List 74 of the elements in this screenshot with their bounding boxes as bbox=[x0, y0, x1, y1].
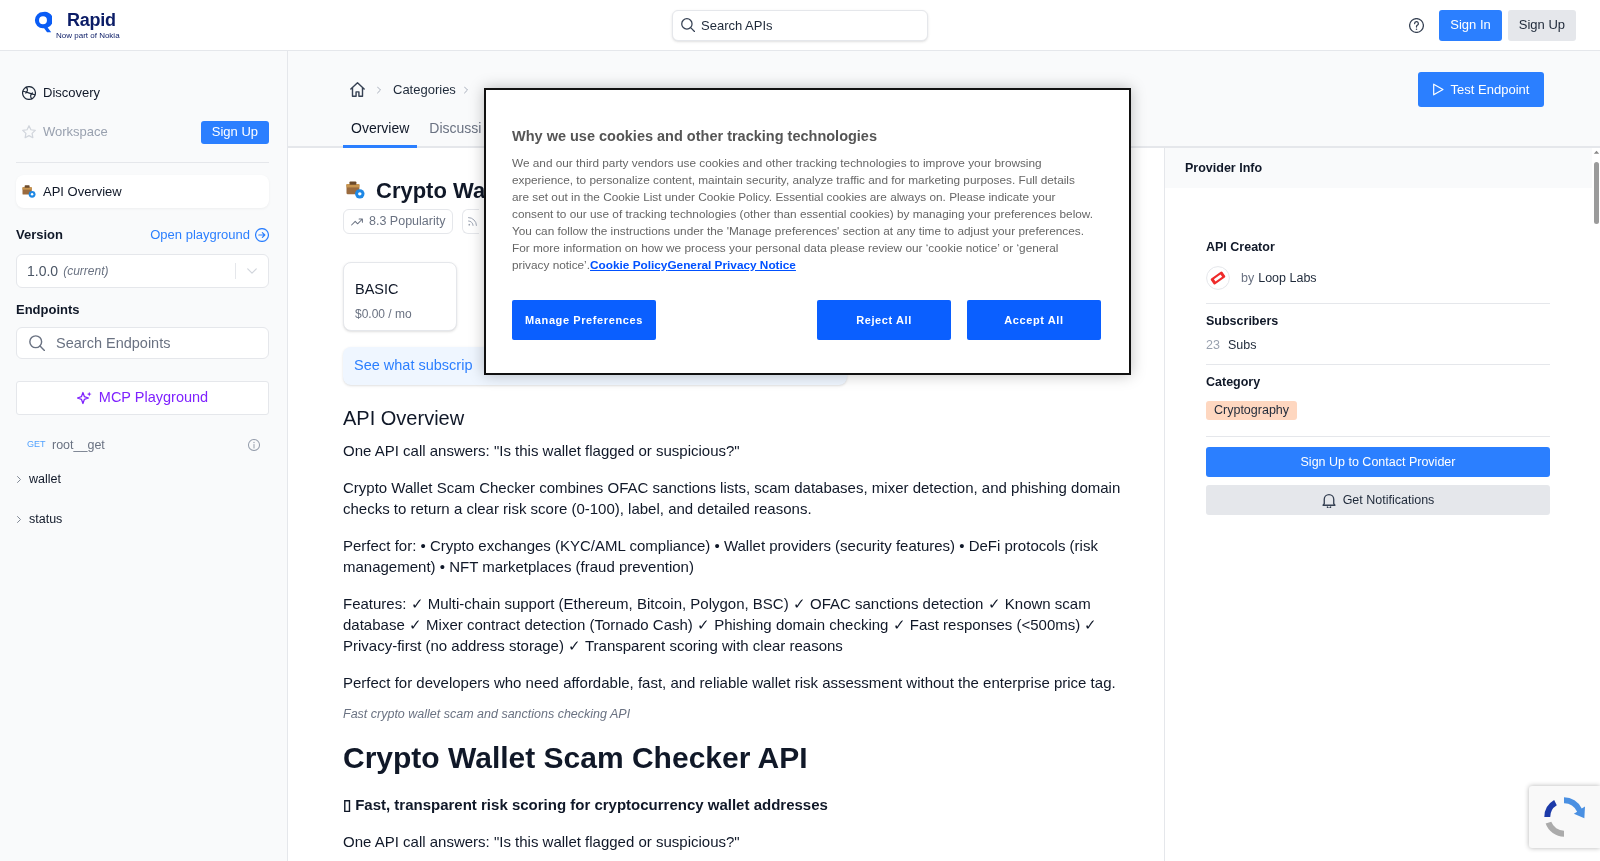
search-icon bbox=[681, 18, 695, 32]
caret-up-icon[interactable] bbox=[1592, 150, 1600, 154]
arrow-right-circle-icon bbox=[255, 228, 269, 242]
paragraph: Perfect for developers who need affordable, fast, and reliable wallet risk assessment without the enterprise price tag. bbox=[343, 673, 1117, 693]
briefcase-icon bbox=[22, 185, 36, 198]
trend-up-icon bbox=[351, 217, 363, 226]
endpoint-group[interactable]: wallet bbox=[16, 459, 269, 499]
lead-text: ▯ Fast, transparent risk scoring for cryptocurrency wallet addresses bbox=[343, 795, 829, 815]
logo-icon[interactable] bbox=[34, 11, 52, 33]
dialog-title: Why we use cookies and other tracking technologies bbox=[512, 127, 878, 145]
api-overview-item[interactable]: API Overview bbox=[16, 175, 269, 208]
policy-link[interactable]: Cookie Policy bbox=[590, 258, 668, 272]
subscriber-unit: Subs bbox=[1227, 336, 1257, 354]
version-select[interactable]: 1.0.0 (current) bbox=[16, 254, 269, 288]
dialog-text: We and our third party vendors use cookies and other tracking technologies to improve your browsing experience, to personalize content, maintain security, analyze traffic and for marketing purposes. Full details are set out in the Cookie List under Cookie Policy. Essential cookies are always on. Please indicate your consent to our use of tracking technologies (other than essential cookies) by managing your preferences below. You can follow the instructions under the 'Manage preferences' section at any time to adjust your preferences. For more information on how we process your personal data please review our ‘cookie notice’ or ‘general privacy notice’.Cookie PolicyGeneral Privacy Notice bbox=[512, 155, 1094, 274]
plan-price: $0.00 / mo bbox=[355, 305, 413, 323]
dialog-button[interactable]: Accept All bbox=[967, 300, 1101, 340]
endpoint-item[interactable]: GET root__get bbox=[16, 431, 269, 459]
caption: Fast crypto wallet scam and sanctions checking API bbox=[343, 706, 632, 723]
search-field[interactable]: Search Endpoints bbox=[16, 327, 269, 359]
section-label: Subscribers bbox=[1206, 314, 1280, 328]
version-label: Version bbox=[16, 226, 63, 245]
logo-text[interactable]: Rapid bbox=[67, 10, 116, 31]
play-icon bbox=[1432, 83, 1444, 96]
search-field[interactable]: Search APIs bbox=[672, 9, 928, 41]
notifications-button[interactable]: Get Notifications bbox=[1206, 485, 1550, 515]
paragraph: Features: ✓ Multi-chain support (Ethereum, Bitcoin, Polygon, BSC) ✓ OFAC sanctions detection ✓ Known scam database ✓ Mixer contract detection (Tornado Cash) ✓ Phishing domain checking ✓ Fast responses (<500ms) ✓ Privacy-first (no address storage) ✓ Transparent scoring with clear reasons bbox=[343, 594, 1099, 656]
dialog-button[interactable]: Reject All bbox=[817, 300, 951, 340]
page-heading: Crypto Wallet Scam Checker API bbox=[343, 740, 809, 776]
sign-up-button[interactable]: Sign Up bbox=[1507, 9, 1576, 41]
paragraph: One API call answers: "Is this wallet flagged or suspicious?" bbox=[343, 832, 741, 852]
contact-provider-button[interactable]: Sign Up to Contact Provider bbox=[1206, 447, 1550, 477]
paragraph: One API call answers: "Is this wallet flagged or suspicious?" bbox=[343, 441, 741, 461]
chevron-right-icon bbox=[463, 85, 468, 94]
sparkle-icon bbox=[76, 391, 92, 405]
endpoint-group[interactable]: status bbox=[16, 499, 269, 539]
section-heading: API Overview bbox=[343, 406, 466, 430]
sign-in-button[interactable]: Sign In bbox=[1439, 9, 1502, 41]
nav-item[interactable]: Discovery bbox=[22, 83, 101, 103]
open-playground-link[interactable]: Open playground bbox=[150, 225, 269, 245]
section-label: Category bbox=[1206, 375, 1262, 389]
creator-link[interactable]: Loop Labs bbox=[1258, 268, 1317, 288]
logo-tagline: Now part of Nokia bbox=[56, 31, 120, 40]
plan-name: BASIC bbox=[355, 280, 400, 299]
scrollbar-thumb[interactable] bbox=[1593, 162, 1599, 224]
globe-icon bbox=[22, 86, 36, 100]
panel-title: Provider Info bbox=[1165, 148, 1592, 188]
subscriber-count: 23 bbox=[1206, 336, 1220, 354]
rss-icon bbox=[468, 217, 478, 226]
category-tag[interactable]: Cryptography bbox=[1206, 401, 1298, 420]
dialog-button[interactable]: Manage Preferences bbox=[512, 300, 656, 340]
breadcrumb-link[interactable]: Categories bbox=[393, 79, 456, 100]
home-icon[interactable] bbox=[350, 82, 365, 97]
by-text: by bbox=[1241, 269, 1255, 287]
section-label: API Creator bbox=[1206, 240, 1276, 254]
search-icon bbox=[29, 335, 45, 351]
provider-logo-icon bbox=[1206, 266, 1230, 290]
chevron-down-icon bbox=[247, 268, 257, 274]
popularity-pill: 8.3 Popularity bbox=[343, 209, 454, 234]
help-icon[interactable] bbox=[1409, 17, 1425, 33]
policy-link[interactable]: General Privacy Notice bbox=[667, 258, 796, 272]
endpoints-label: Endpoints bbox=[16, 301, 81, 319]
paragraph: Crypto Wallet Scam Checker combines OFAC sanctions lists, scam databases, mixer detection, and phishing domain checks to return a clear risk score (0-100), label, and detailed reasons. bbox=[343, 478, 1122, 519]
star-icon bbox=[22, 125, 36, 139]
briefcase-icon bbox=[346, 181, 365, 199]
mcp-playground-button[interactable]: MCP Playground bbox=[16, 381, 269, 415]
test-endpoint-button[interactable]: Test Endpoint bbox=[1418, 72, 1544, 107]
plan-card[interactable]: BASIC $0.00 / mo bbox=[343, 262, 457, 331]
bell-icon bbox=[1321, 492, 1336, 508]
api-title: Crypto Wa bbox=[376, 176, 486, 205]
paragraph: Perfect for: • Crypto exchanges (KYC/AML compliance) • Wallet providers (security features) • DeFi protocols (risk management) • NFT marketplaces (fraud prevention) bbox=[343, 536, 1099, 577]
captcha-arrows-icon[interactable] bbox=[1543, 796, 1585, 838]
chevron-right-icon bbox=[377, 85, 381, 94]
tab[interactable]: Overview bbox=[343, 112, 418, 148]
